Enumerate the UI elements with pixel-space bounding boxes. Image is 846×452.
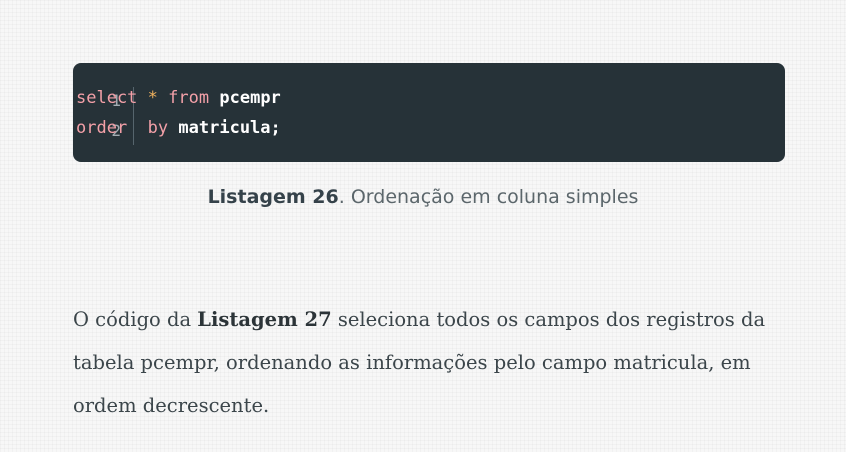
listing-reference: Listagem 27 — [197, 308, 332, 331]
code-line-1: select * from pcempr — [76, 88, 281, 108]
column-identifier: matricula — [178, 118, 271, 138]
operator-star: * — [147, 88, 158, 108]
paragraph-text-start: O código da — [73, 308, 198, 331]
caption-text: . Ordenação em coluna simples — [338, 186, 639, 208]
code-line-2: order by matricula; — [76, 118, 281, 138]
semicolon: ; — [270, 118, 281, 138]
keyword-select: select — [76, 88, 138, 108]
keyword-order: order — [76, 118, 128, 138]
table-identifier: pcempr — [219, 88, 281, 108]
listing-caption: Listagem 26. Ordenação em coluna simples — [0, 185, 846, 209]
caption-label: Listagem 26 — [207, 186, 339, 208]
body-paragraph: O código da Listagem 27 seleciona todos … — [73, 298, 793, 427]
code-block: 1 2 — [73, 63, 785, 162]
keyword-by: by — [147, 118, 169, 138]
keyword-from: from — [168, 88, 210, 108]
